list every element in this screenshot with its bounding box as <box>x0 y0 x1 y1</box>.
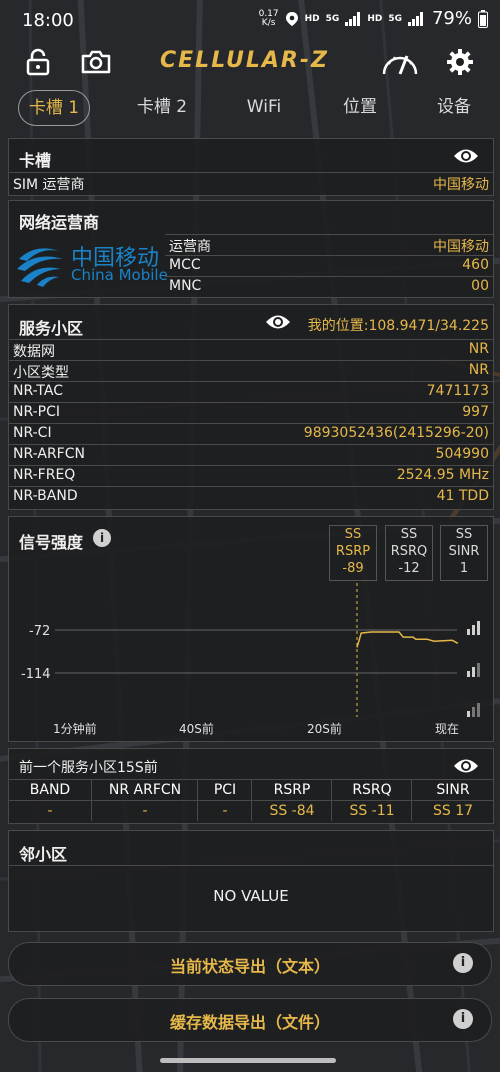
x-tick-3: 现在 <box>435 722 459 736</box>
prev-cell-value-row: - - - SS -84 SS -11 SS 17 <box>9 800 493 821</box>
y-tick-lower: -114 <box>21 667 51 682</box>
x-tick-1: 40S前 <box>179 721 214 736</box>
operator-panel-title: 网络运营商 <box>19 213 100 232</box>
cell-row-nr-freq: NR-FREQ 2524.95 MHz <box>9 465 493 487</box>
info-icon[interactable]: i <box>453 1009 473 1029</box>
status-icons: 0.17 K/s HD 5G HD 5G 79% <box>259 8 488 29</box>
logo-en-text: China Mobile <box>71 266 168 284</box>
serving-cell-panel: 服务小区 我的位置:108.9471/34.225 数据网 NR 小区类型 NR N… <box>8 304 494 510</box>
tab-slot-2[interactable]: 卡槽 2 <box>126 90 198 124</box>
china-mobile-emblem-icon <box>17 248 63 287</box>
cell-row-nr-pci: NR-PCI 997 <box>9 402 493 424</box>
gesture-nav-handle[interactable] <box>160 1058 336 1063</box>
app-logo: CELLULAR-Z <box>160 48 329 73</box>
cell-row-nr-arfcn: NR-ARFCN 504990 <box>9 444 493 466</box>
export-text-label: 当前状态导出（文本） <box>169 957 330 976</box>
gear-icon[interactable] <box>440 44 480 80</box>
hd-badge: HD <box>304 13 320 24</box>
signal-bars-icon-2 <box>407 11 424 26</box>
signal-level-mid-icon <box>467 663 480 677</box>
cell-row-cell-type: 小区类型 NR <box>9 360 493 382</box>
tab-slot-1[interactable]: 卡槽 1 <box>18 90 90 126</box>
prev-cell-panel: 前一个服务小区15S前 BAND NR ARFCN PCI RSRP RSRQ … <box>8 748 494 824</box>
my-location-value: 我的位置:108.9471/34.225 <box>307 318 489 334</box>
eye-icon[interactable] <box>453 757 479 779</box>
prev-cell-title: 前一个服务小区15S前 <box>19 760 158 776</box>
export-file-button[interactable]: 缓存数据导出（文件） i <box>8 998 492 1042</box>
x-tick-0: 1分钟前 <box>53 721 97 736</box>
tab-wifi[interactable]: WiFi <box>236 90 292 124</box>
sim-carrier-label: SIM 运营商 <box>13 177 85 193</box>
lock-icon[interactable] <box>18 44 58 80</box>
eye-icon[interactable] <box>265 313 291 335</box>
cell-row-nr-ci: NR-CI 9893052436(2415296-20) <box>9 423 493 445</box>
sim-carrier-value: 中国移动 <box>433 177 489 193</box>
battery-level: 79% <box>431 8 472 29</box>
cell-row-nr-band: NR-BAND 41 TDD <box>9 486 493 508</box>
eye-icon[interactable] <box>453 147 479 169</box>
y-tick-upper: -72 <box>29 624 50 639</box>
signal-level-upper-icon <box>467 621 480 635</box>
signal-level-low-icon <box>467 703 480 717</box>
signal-chart: -72 -114 1分钟前 40S前 20S前 现在 <box>21 583 480 736</box>
prev-cell-header-row: BAND NR ARFCN PCI RSRP RSRQ SINR <box>9 779 493 800</box>
serving-cell-title: 服务小区 <box>19 319 84 338</box>
operator-panel: 网络运营商 中国移动 China Mobile 运营商 中国移动 MCC 460… <box>8 200 494 298</box>
signal-bars-icon <box>345 11 361 26</box>
tab-location[interactable]: 位置 <box>332 90 388 124</box>
info-icon[interactable]: i <box>453 953 473 973</box>
export-text-button[interactable]: 当前状态导出（文本） i <box>8 942 492 986</box>
operator-row: 运营商 中国移动 <box>165 234 493 256</box>
sim-panel: 卡槽 SIM 运营商 中国移动 <box>8 138 494 196</box>
neighbor-empty-text: NO VALUE <box>213 887 289 905</box>
rsrp-series-line <box>356 631 459 648</box>
sim-carrier-row: SIM 运营商 中国移动 <box>9 172 493 194</box>
camera-icon[interactable] <box>76 44 116 80</box>
export-file-label: 缓存数据导出（文件） <box>169 1013 330 1032</box>
app-toolbar: CELLULAR-Z <box>0 42 500 84</box>
neighbor-divider <box>9 865 493 866</box>
mcc-row: MCC 460 <box>165 255 493 277</box>
net-type-badge-2: 5G <box>388 13 402 24</box>
status-bar: 18:00 0.17 K/s HD 5G HD 5G 79% <box>0 0 500 42</box>
cell-row-data-net: 数据网 NR <box>9 339 493 361</box>
network-speed: 0.17 K/s <box>258 8 279 28</box>
speedometer-icon[interactable] <box>380 44 420 80</box>
hd-badge-2: HD <box>367 13 383 24</box>
neighbor-cell-title: 邻小区 <box>19 845 68 864</box>
mnc-row: MNC 00 <box>165 276 493 298</box>
neighbor-cell-panel: 邻小区 NO VALUE <box>8 830 494 932</box>
battery-icon <box>478 9 488 28</box>
location-icon <box>285 11 299 27</box>
cell-row-nr-tac: NR-TAC 7471173 <box>9 381 493 403</box>
china-mobile-logo: 中国移动 China Mobile <box>15 239 168 289</box>
status-time: 18:00 <box>22 10 74 31</box>
net-type-badge: 5G <box>325 13 340 24</box>
tab-bar: 卡槽 1 卡槽 2 WiFi 位置 设备 <box>0 90 500 126</box>
tab-device[interactable]: 设备 <box>426 90 482 124</box>
signal-strength-panel: 信号强度 i SS RSRP -89 SS RSRQ -12 SS SINR 1… <box>8 516 494 742</box>
sim-panel-title: 卡槽 <box>19 151 52 170</box>
x-tick-2: 20S前 <box>307 721 342 736</box>
